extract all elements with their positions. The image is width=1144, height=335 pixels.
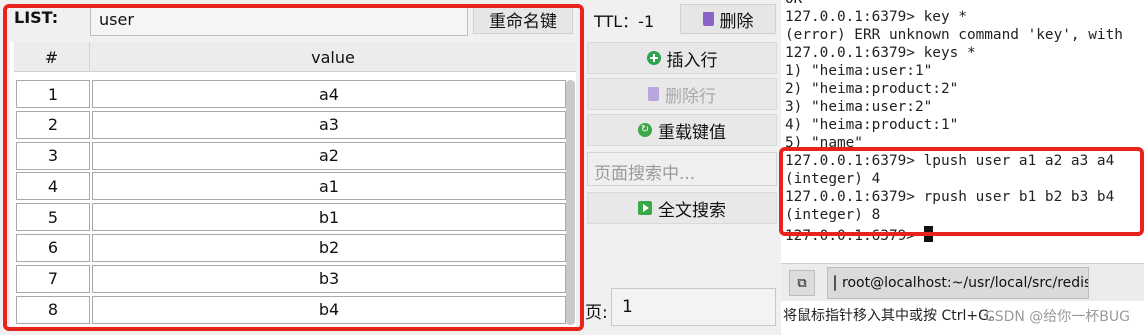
terminal-cursor [923, 226, 933, 242]
terminal-line: (integer) 4 [785, 171, 881, 187]
row-value[interactable]: b2 [92, 233, 566, 262]
terminal-line: 127.0.0.1:6379> rpush user b1 b2 b3 b4 [785, 189, 1115, 205]
row-index: 7 [16, 264, 90, 293]
column-header-value[interactable]: value [90, 42, 576, 72]
terminal-line: 3) "heima:user:2" [785, 99, 933, 115]
terminal-line: 2) "heima:product:2" [785, 81, 959, 97]
table-row[interactable]: 5 b1 [14, 201, 568, 232]
table-row[interactable]: 6 b2 [14, 232, 568, 263]
key-name-field[interactable]: user [90, 6, 468, 36]
row-value[interactable]: a3 [92, 110, 566, 139]
terminal-prompt-line: 127.0.0.1:6379> [785, 226, 933, 245]
trash-icon [648, 87, 659, 101]
row-value[interactable]: b4 [92, 295, 566, 324]
table-row[interactable]: 8 b4 [14, 294, 568, 325]
delete-key-label: 删除 [719, 11, 754, 32]
trash-icon [702, 12, 714, 26]
terminal-prompt: 127.0.0.1:6379> [785, 228, 924, 244]
row-index: 1 [16, 80, 90, 108]
terminal-output[interactable]: OK 127.0.0.1:6379> key * (error) ERR unk… [781, 0, 1144, 263]
delete-key-button[interactable]: 删除 [680, 4, 776, 34]
key-header: LIST: user 重命名键 [0, 0, 580, 40]
rename-key-label: 重命名键 [489, 11, 557, 32]
table-row[interactable]: 1 a4 [14, 78, 568, 109]
terminal-line: (error) ERR unknown command 'key', with [785, 27, 1123, 43]
terminal-line: 5) "name" [785, 135, 863, 151]
reload-value-button[interactable]: ↻ 重载键值 [587, 114, 777, 146]
taskbar-terminal-task[interactable]: root@localhost:~/usr/local/src/redis... [827, 267, 1089, 299]
insert-row-label: 插入行 [666, 50, 718, 71]
row-value[interactable]: a4 [92, 80, 566, 108]
table-row[interactable]: 4 a1 [14, 170, 568, 201]
fulltext-search-label: 全文搜索 [658, 200, 726, 221]
reload-icon: ↻ [638, 123, 652, 137]
page-search-input[interactable]: 页面搜索中... [587, 152, 777, 186]
row-index: 2 [16, 110, 90, 139]
table-header: # value [14, 42, 576, 72]
watermark: CSDN @给你一杯BUG [984, 309, 1130, 325]
row-index: 8 [16, 295, 90, 324]
terminal-line: 127.0.0.1:6379> keys * [785, 45, 976, 61]
row-value[interactable]: b3 [92, 264, 566, 293]
table-scrollbar[interactable] [566, 80, 575, 325]
column-header-index[interactable]: # [14, 42, 90, 72]
fulltext-search-button[interactable]: 全文搜索 [587, 192, 777, 224]
reload-value-label: 重载键值 [658, 122, 726, 143]
ttl-label: TTL：-1 [594, 12, 655, 31]
row-index: 5 [16, 203, 90, 232]
task-title: root@localhost:~/usr/local/src/redis... [842, 275, 1089, 291]
play-icon [638, 201, 652, 215]
insert-row-button[interactable]: 插入行 [587, 42, 777, 74]
row-value[interactable]: a1 [92, 172, 566, 201]
page-label: 页: [585, 303, 608, 323]
rename-key-button[interactable]: 重命名键 [473, 4, 573, 34]
terminal-line: 4) "heima:product:1" [785, 117, 959, 133]
row-index: 6 [16, 233, 90, 262]
table-row[interactable]: 7 b3 [14, 263, 568, 294]
redis-list-editor: LIST: user 重命名键 TTL：-1 删除 # value 1 a4 2a… [0, 0, 780, 335]
row-index: 4 [16, 172, 90, 201]
delete-row-button[interactable]: 删除行 [587, 78, 777, 110]
list-values-table: # value 1 a4 2 a3 3 a2 4 a1 5 b1 6 b2 7 b3 8 b4 [10, 42, 576, 328]
row-value[interactable]: a2 [92, 141, 566, 170]
table-row[interactable]: 2 a3 [14, 109, 568, 140]
table-body: 1 a4 2 a3 3 a2 4 a1 5 b1 6 b2 7 b3 8 b4 [14, 78, 568, 324]
key-type-label: LIST: [14, 8, 59, 27]
terminal-icon [834, 275, 836, 291]
terminal-line: (integer) 8 [785, 207, 881, 223]
delete-row-label: 删除行 [665, 86, 716, 107]
terminal-line: 127.0.0.1:6379> key * [785, 9, 967, 25]
terminal-line: OK [785, 0, 802, 8]
taskbar: ⧉ root@localhost:~/usr/local/src/redis..… [781, 263, 1144, 301]
row-value[interactable]: b1 [92, 203, 566, 232]
terminal-line: 1) "heima:user:1" [785, 63, 933, 79]
terminal-line: 127.0.0.1:6379> lpush user a1 a2 a3 a4 [785, 153, 1115, 169]
show-desktop-icon[interactable]: ⧉ [789, 270, 815, 296]
plus-icon [646, 51, 661, 65]
page-number-input[interactable]: 1 [611, 288, 776, 326]
table-row[interactable]: 3 a2 [14, 140, 568, 171]
row-index: 3 [16, 141, 90, 170]
